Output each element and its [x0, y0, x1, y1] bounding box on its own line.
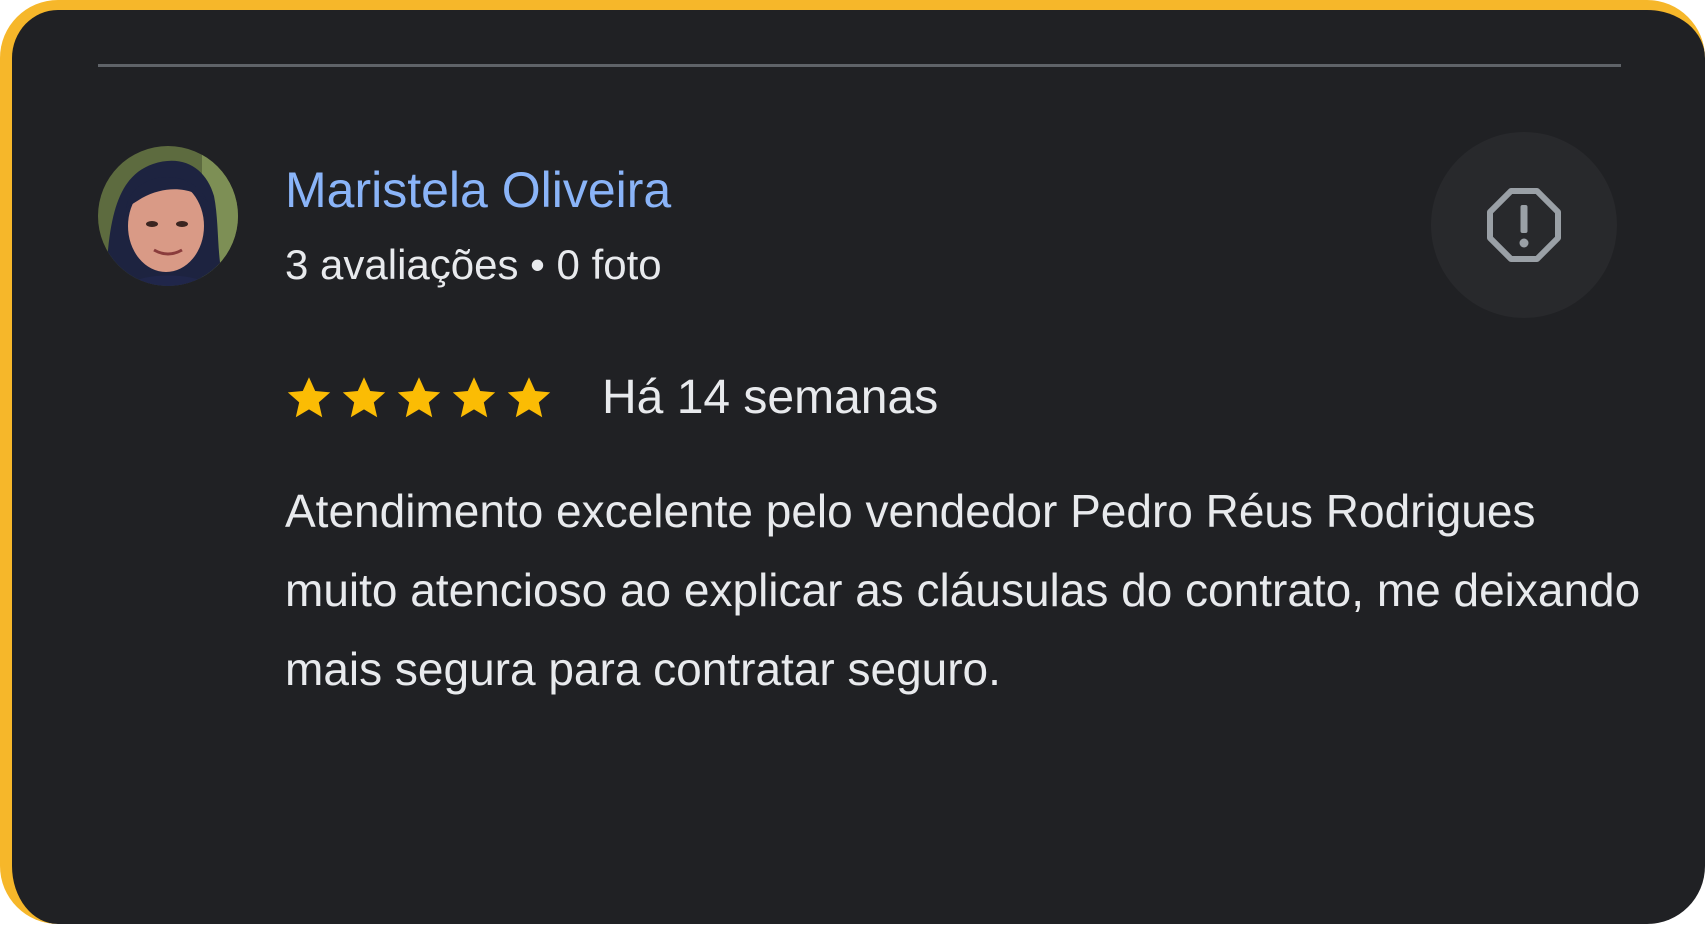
reviewer-meta: 3 avaliações • 0 foto: [285, 238, 662, 292]
star-rating: [285, 374, 560, 422]
report-octagon-icon: [1487, 188, 1561, 262]
divider: [98, 64, 1621, 67]
reviews-count: 3 avaliações: [285, 241, 519, 288]
review-card: Maristela Oliveira 3 avaliações • 0 foto…: [0, 0, 1705, 924]
report-button[interactable]: [1431, 132, 1617, 318]
star-icon: [507, 377, 551, 418]
meta-separator: •: [530, 241, 545, 288]
star-icon: [452, 377, 496, 418]
reviewer-photo: [98, 146, 238, 286]
rating-row: Há 14 semanas: [285, 368, 938, 428]
review-text: Atendimento excelente pelo vendedor Pedr…: [285, 485, 1641, 695]
star-icon: [287, 377, 331, 418]
star-icon: [397, 377, 441, 418]
reviewer-name[interactable]: Maristela Oliveira: [285, 160, 671, 220]
photos-count: 0 foto: [556, 241, 662, 288]
star-icon: [342, 377, 386, 418]
review-date: Há 14 semanas: [602, 371, 939, 424]
avatar[interactable]: [98, 146, 238, 286]
